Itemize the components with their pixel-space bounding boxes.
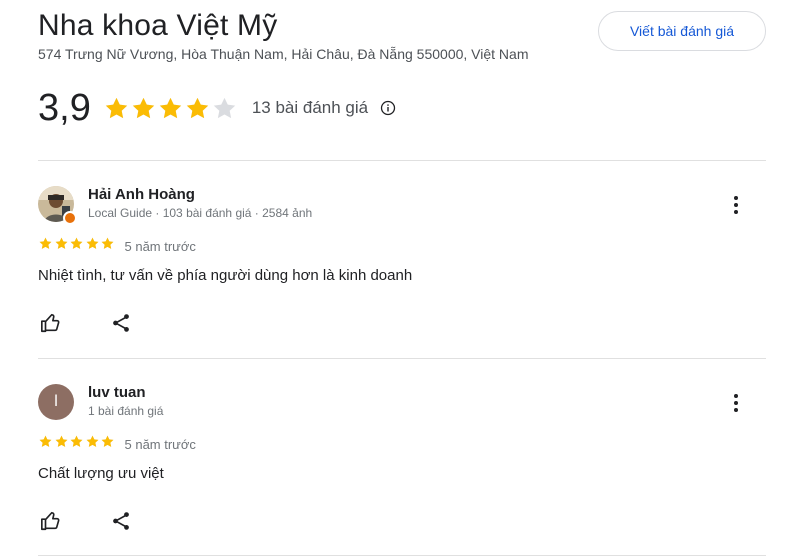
share-button[interactable] — [110, 510, 132, 532]
review-count[interactable]: 13 bài đánh giá — [252, 98, 368, 118]
star-icon — [39, 237, 52, 249]
review-stars — [38, 236, 116, 256]
place-header: Nha khoa Việt Mỹ 574 Trưng Nữ Vương, Hòa… — [38, 8, 778, 148]
reviewer-name[interactable]: Hải Anh Hoàng — [88, 186, 195, 204]
review-text: Chất lượng ưu việt — [38, 465, 164, 482]
divider — [38, 358, 766, 359]
divider — [38, 160, 766, 161]
avatar[interactable]: l — [38, 384, 74, 420]
star-icon — [55, 435, 67, 447]
review-time: 5 năm trước — [124, 436, 196, 452]
share-icon — [113, 314, 129, 332]
reviewer-meta: 1 bài đánh giá — [88, 404, 164, 418]
star-icon — [70, 435, 83, 447]
star-icon — [105, 97, 128, 118]
write-review-button[interactable]: Viết bài đánh giá — [598, 11, 766, 51]
place-title: Nha khoa Việt Mỹ — [38, 9, 278, 42]
star-icon — [55, 237, 67, 249]
review-time: 5 năm trước — [124, 238, 196, 254]
star-icon — [86, 237, 98, 249]
star-icon — [132, 97, 155, 118]
star-icon — [159, 97, 182, 118]
share-button[interactable] — [110, 312, 132, 334]
reviewer-name[interactable]: luv tuan — [88, 384, 146, 402]
rating-stars — [103, 95, 238, 122]
like-button[interactable] — [40, 510, 62, 532]
reviewer-meta: Local Guide · 103 bài đánh giá · 2584 ản… — [88, 206, 313, 220]
write-review-label: Viết bài đánh giá — [629, 23, 735, 39]
star-icon — [86, 435, 98, 447]
avatar[interactable] — [38, 186, 77, 225]
rating-summary: 3,9 13 bài đánh giá — [38, 88, 396, 128]
star-icon — [101, 237, 114, 249]
star-icon — [213, 97, 236, 118]
more-vert-icon — [734, 394, 738, 412]
like-button[interactable] — [40, 312, 62, 334]
info-icon[interactable] — [380, 100, 396, 116]
more-vert-icon — [734, 196, 738, 214]
more-options-button[interactable] — [732, 392, 740, 414]
avatar-letter: l — [38, 384, 74, 420]
review-stars — [38, 434, 116, 454]
review-rating: 5 năm trước — [38, 434, 196, 454]
local-guide-badge-icon — [63, 211, 77, 225]
review-text: Nhiệt tình, tư vấn về phía người dùng hơ… — [38, 267, 413, 284]
star-icon — [101, 435, 114, 447]
thumb-up-icon — [41, 511, 60, 531]
share-icon — [113, 512, 129, 530]
star-icon — [70, 237, 83, 249]
star-icon — [39, 435, 52, 447]
place-address: 574 Trưng Nữ Vương, Hòa Thuận Nam, Hải C… — [38, 46, 529, 62]
star-icon — [186, 97, 209, 118]
rating-value: 3,9 — [38, 87, 91, 129]
divider — [38, 555, 766, 556]
review-rating: 5 năm trước — [38, 236, 196, 256]
thumb-up-icon — [41, 313, 60, 333]
more-options-button[interactable] — [732, 194, 740, 216]
